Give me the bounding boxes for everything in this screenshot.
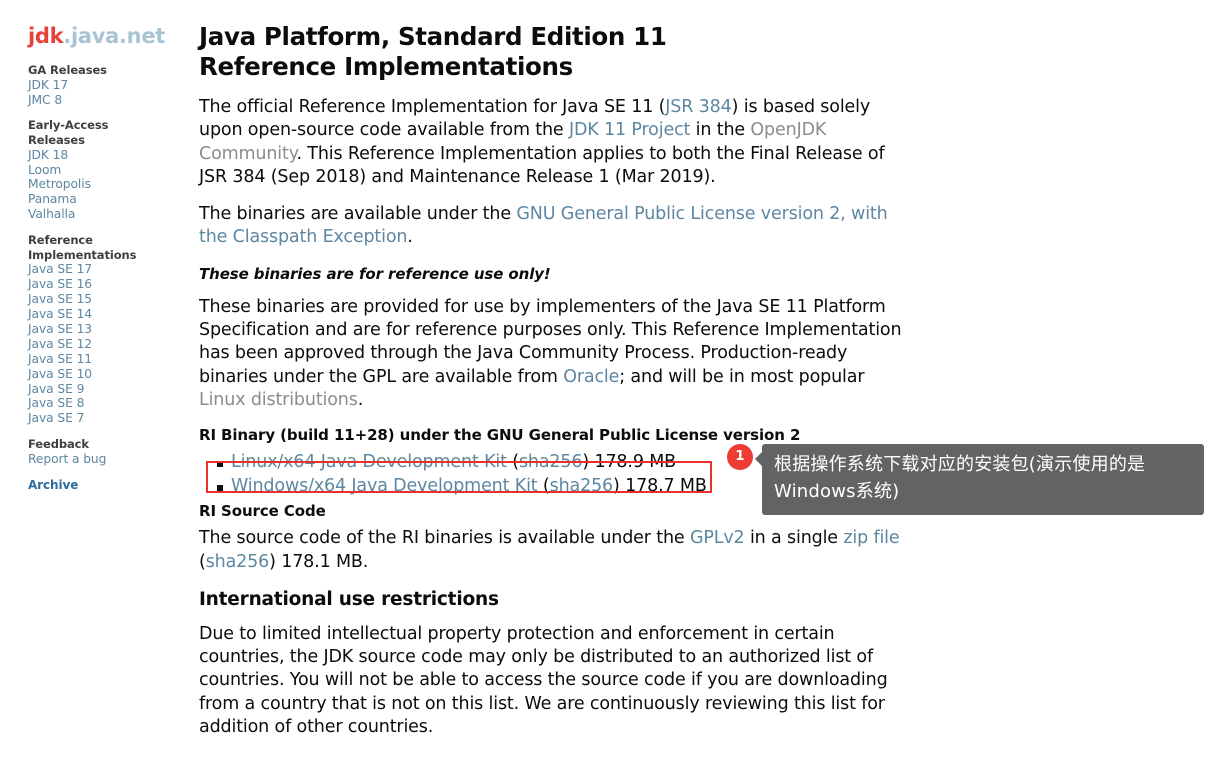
logo-secondary-text: .java.net [63, 24, 166, 48]
linux-open-paren: ( [506, 452, 519, 473]
windows-file-size: 178.7 MB [625, 475, 707, 496]
sidebar-item-valhalla[interactable]: Valhalla [28, 207, 196, 222]
nav-heading-reference-line1: Reference [28, 233, 93, 248]
sidebar-item-java-se-17[interactable]: Java SE 17 [28, 262, 196, 277]
linux-close-paren: ) [582, 452, 595, 473]
sidebar-item-java-se-14[interactable]: Java SE 14 [28, 307, 196, 322]
sidebar-item-java-se-10[interactable]: Java SE 10 [28, 367, 196, 382]
nav-heading-reference-line2: Implementations [28, 247, 137, 262]
nav-heading-early-access-line2: Releases [28, 133, 85, 147]
sidebar-item-java-se-9[interactable]: Java SE 9 [28, 382, 196, 397]
sha256-link-source[interactable]: sha256 [206, 552, 270, 572]
nav-group-early-access-releases: Early-Access Releases JDK 18 Loom Metrop… [28, 118, 196, 222]
sha256-link-windows[interactable]: sha256 [550, 476, 614, 496]
nav-group-reference-implementations: Reference Implementations Java SE 17 Jav… [28, 233, 196, 426]
nav-heading-ga-releases: GA Releases [28, 63, 107, 77]
link-jdk-11-project[interactable]: JDK 11 Project [569, 120, 690, 140]
windows-close-paren: ) [613, 475, 626, 496]
page-title: Java Platform, Standard Edition 11 Refer… [199, 22, 667, 81]
sidebar-item-loom[interactable]: Loom [28, 163, 196, 178]
intro-paragraph: The official Reference Implementation fo… [199, 96, 909, 189]
link-gplv2[interactable]: GPLv2 [690, 528, 745, 548]
international-use-heading: International use restrictions [199, 588, 499, 610]
license-text-2: . [407, 227, 413, 248]
link-oracle[interactable]: Oracle [563, 367, 619, 387]
download-link-linux-x64-jdk[interactable]: Linux/x64 Java Development Kit [231, 452, 507, 472]
main-content: Java Platform, Standard Edition 11 Refer… [199, 0, 909, 753]
sha256-link-linux[interactable]: sha256 [519, 452, 583, 472]
sidebar-item-java-se-13[interactable]: Java SE 13 [28, 322, 196, 337]
sidebar-item-java-se-8[interactable]: Java SE 8 [28, 396, 196, 411]
source-code-paragraph: The source code of the RI binaries is av… [199, 527, 909, 574]
nav-heading-feedback: Feedback [28, 437, 89, 452]
windows-open-paren: ( [537, 475, 550, 496]
sidebar: jdk.java.net GA Releases JDK 17 JMC 8 Ea… [0, 0, 196, 783]
source-text-2: in a single [744, 528, 844, 549]
sidebar-item-java-se-11[interactable]: Java SE 11 [28, 352, 196, 367]
link-zip-file[interactable]: zip file [843, 528, 899, 548]
ri-binary-heading: RI Binary (build 11+28) under the GNU Ge… [199, 426, 801, 445]
sidebar-item-java-se-16[interactable]: Java SE 16 [28, 277, 196, 292]
sidebar-item-report-a-bug[interactable]: Report a bug [28, 452, 196, 467]
reference-use-only-note: These binaries are for reference use onl… [199, 264, 551, 283]
nav-heading-early-access-line1: Early-Access [28, 118, 109, 133]
site-logo[interactable]: jdk.java.net [28, 26, 196, 47]
source-text-3: ( [199, 551, 206, 572]
link-linux-distributions[interactable]: Linux distributions [199, 390, 358, 410]
annotation-tooltip: 根据操作系统下载对应的安装包(演示使用的是Windows系统) [755, 444, 1204, 515]
linux-file-size: 178.9 MB [594, 452, 677, 473]
download-link-windows-x64-jdk[interactable]: Windows/x64 Java Development Kit [231, 476, 538, 496]
sidebar-item-java-se-7[interactable]: Java SE 7 [28, 411, 196, 426]
intro-text-3: in the [690, 120, 751, 141]
sidebar-item-metropolis[interactable]: Metropolis [28, 177, 196, 192]
international-use-paragraph: Due to limited intellectual property pro… [199, 623, 888, 738]
purpose-text-2: ; and will be in most popular [619, 366, 865, 387]
intro-text-4: . This Reference Implementation applies … [199, 143, 885, 187]
binaries-purpose-paragraph: These binaries are provided for use by i… [199, 296, 909, 412]
annotation-badge: 1 [727, 444, 753, 470]
source-text-1: The source code of the RI binaries is av… [199, 528, 690, 549]
binaries-license-paragraph: The binaries are available under the GNU… [199, 203, 909, 250]
link-jsr-384[interactable]: JSR 384 [665, 97, 732, 117]
sidebar-item-jdk-17[interactable]: JDK 17 [28, 78, 196, 93]
sidebar-item-panama[interactable]: Panama [28, 192, 196, 207]
nav-group-archive: Archive [28, 478, 196, 493]
nav-group-feedback: Feedback Report a bug [28, 437, 196, 467]
intro-text-1: The official Reference Implementation fo… [199, 97, 666, 117]
sidebar-item-jdk-18[interactable]: JDK 18 [28, 148, 196, 163]
sidebar-item-java-se-15[interactable]: Java SE 15 [28, 292, 196, 307]
sidebar-item-archive[interactable]: Archive [28, 478, 196, 493]
source-text-4: ) 178.1 MB. [269, 551, 369, 572]
sidebar-item-java-se-12[interactable]: Java SE 12 [28, 337, 196, 352]
license-text-1: The binaries are available under the [199, 204, 517, 225]
purpose-text-3: . [357, 389, 364, 410]
logo-primary-text: jdk [28, 24, 64, 48]
nav-group-ga-releases: GA Releases JDK 17 JMC 8 [28, 63, 196, 107]
sidebar-item-jmc-8[interactable]: JMC 8 [28, 93, 196, 108]
